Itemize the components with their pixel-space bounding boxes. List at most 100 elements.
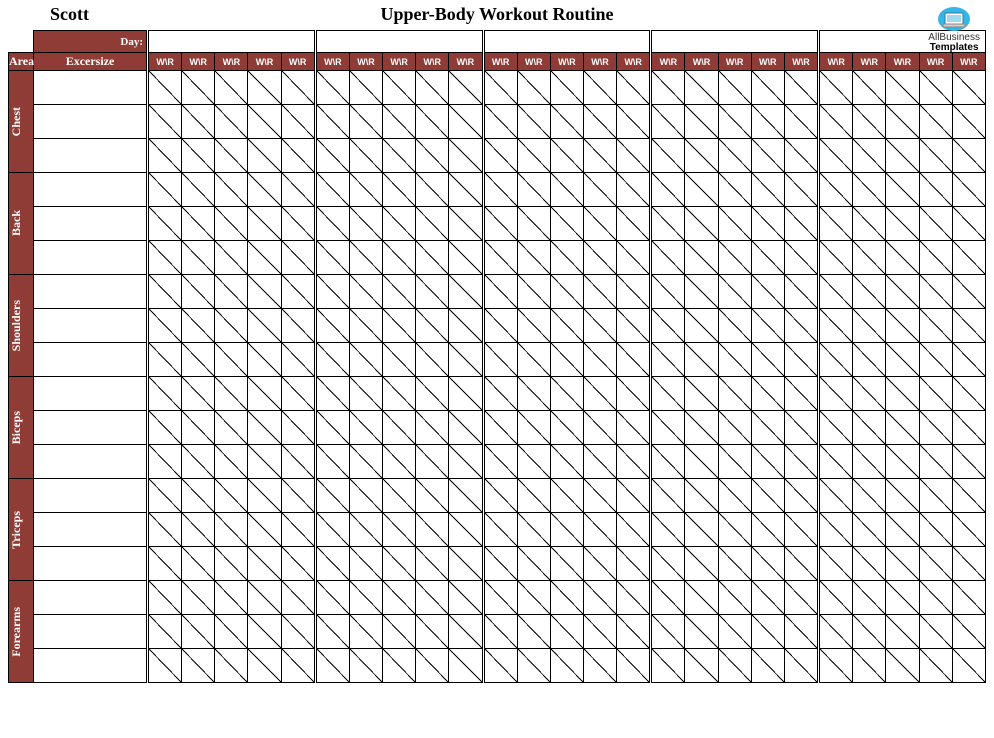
log-cell[interactable]	[215, 547, 248, 581]
log-cell[interactable]	[718, 377, 751, 411]
log-cell[interactable]	[784, 343, 817, 377]
log-cell[interactable]	[416, 513, 449, 547]
log-cell[interactable]	[952, 71, 985, 105]
log-cell[interactable]	[652, 377, 685, 411]
log-cell[interactable]	[449, 513, 482, 547]
log-cell[interactable]	[517, 139, 550, 173]
log-cell[interactable]	[416, 615, 449, 649]
log-cell[interactable]	[919, 479, 952, 513]
log-cell[interactable]	[149, 513, 182, 547]
log-cell[interactable]	[215, 513, 248, 547]
log-cell[interactable]	[281, 377, 314, 411]
log-cell[interactable]	[853, 275, 886, 309]
log-cell[interactable]	[550, 173, 583, 207]
log-cell[interactable]	[349, 615, 382, 649]
log-cell[interactable]	[652, 241, 685, 275]
log-cell[interactable]	[820, 581, 853, 615]
log-cell[interactable]	[550, 547, 583, 581]
log-cell[interactable]	[182, 241, 215, 275]
log-cell[interactable]	[449, 581, 482, 615]
log-cell[interactable]	[349, 105, 382, 139]
log-cell[interactable]	[517, 411, 550, 445]
log-cell[interactable]	[484, 173, 517, 207]
log-cell[interactable]	[853, 411, 886, 445]
log-cell[interactable]	[383, 309, 416, 343]
log-cell[interactable]	[919, 377, 952, 411]
log-cell[interactable]	[919, 615, 952, 649]
log-cell[interactable]	[449, 649, 482, 683]
log-cell[interactable]	[685, 547, 718, 581]
log-cell[interactable]	[820, 71, 853, 105]
log-cell[interactable]	[550, 445, 583, 479]
log-cell[interactable]	[383, 343, 416, 377]
log-cell[interactable]	[316, 445, 349, 479]
log-cell[interactable]	[281, 615, 314, 649]
log-cell[interactable]	[583, 513, 616, 547]
log-cell[interactable]	[449, 377, 482, 411]
log-cell[interactable]	[583, 241, 616, 275]
log-cell[interactable]	[517, 615, 550, 649]
log-cell[interactable]	[215, 615, 248, 649]
log-cell[interactable]	[316, 513, 349, 547]
log-cell[interactable]	[383, 445, 416, 479]
log-cell[interactable]	[652, 173, 685, 207]
log-cell[interactable]	[281, 71, 314, 105]
log-cell[interactable]	[449, 479, 482, 513]
log-cell[interactable]	[820, 275, 853, 309]
log-cell[interactable]	[316, 71, 349, 105]
log-cell[interactable]	[886, 649, 919, 683]
log-cell[interactable]	[215, 139, 248, 173]
log-cell[interactable]	[517, 513, 550, 547]
log-cell[interactable]	[952, 173, 985, 207]
log-cell[interactable]	[853, 207, 886, 241]
log-cell[interactable]	[685, 479, 718, 513]
log-cell[interactable]	[383, 547, 416, 581]
log-cell[interactable]	[784, 139, 817, 173]
log-cell[interactable]	[652, 105, 685, 139]
log-cell[interactable]	[281, 207, 314, 241]
log-cell[interactable]	[215, 479, 248, 513]
log-cell[interactable]	[617, 139, 650, 173]
log-cell[interactable]	[583, 71, 616, 105]
log-cell[interactable]	[952, 275, 985, 309]
log-cell[interactable]	[281, 241, 314, 275]
log-cell[interactable]	[182, 139, 215, 173]
log-cell[interactable]	[718, 513, 751, 547]
log-cell[interactable]	[820, 139, 853, 173]
log-cell[interactable]	[751, 377, 784, 411]
log-cell[interactable]	[517, 207, 550, 241]
exercise-input[interactable]	[34, 343, 147, 377]
log-cell[interactable]	[718, 479, 751, 513]
log-cell[interactable]	[182, 309, 215, 343]
log-cell[interactable]	[484, 377, 517, 411]
log-cell[interactable]	[383, 615, 416, 649]
log-cell[interactable]	[517, 547, 550, 581]
log-cell[interactable]	[550, 581, 583, 615]
log-cell[interactable]	[484, 513, 517, 547]
log-cell[interactable]	[617, 581, 650, 615]
log-cell[interactable]	[281, 547, 314, 581]
log-cell[interactable]	[416, 547, 449, 581]
log-cell[interactable]	[182, 649, 215, 683]
log-cell[interactable]	[685, 377, 718, 411]
log-cell[interactable]	[550, 377, 583, 411]
log-cell[interactable]	[886, 309, 919, 343]
log-cell[interactable]	[484, 241, 517, 275]
log-cell[interactable]	[617, 377, 650, 411]
log-cell[interactable]	[820, 649, 853, 683]
log-cell[interactable]	[652, 513, 685, 547]
log-cell[interactable]	[182, 343, 215, 377]
log-cell[interactable]	[449, 309, 482, 343]
log-cell[interactable]	[349, 547, 382, 581]
log-cell[interactable]	[316, 309, 349, 343]
log-cell[interactable]	[617, 241, 650, 275]
log-cell[interactable]	[248, 309, 281, 343]
log-cell[interactable]	[215, 207, 248, 241]
log-cell[interactable]	[886, 343, 919, 377]
exercise-input[interactable]	[34, 105, 147, 139]
day-input-4[interactable]	[652, 31, 818, 53]
exercise-input[interactable]	[34, 513, 147, 547]
log-cell[interactable]	[550, 275, 583, 309]
log-cell[interactable]	[182, 71, 215, 105]
log-cell[interactable]	[784, 547, 817, 581]
